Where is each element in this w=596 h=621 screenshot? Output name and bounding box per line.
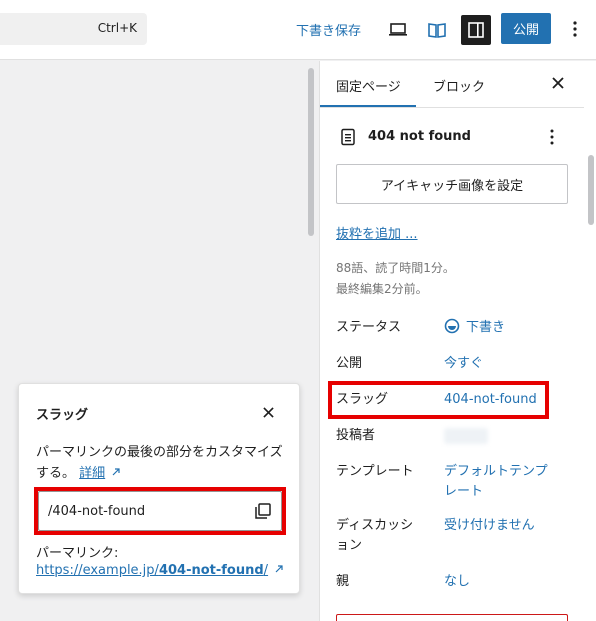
sidebar-scrollbar[interactable] bbox=[586, 61, 596, 621]
close-icon bbox=[263, 407, 274, 418]
command-shortcut: Ctrl+K bbox=[97, 21, 137, 35]
publish-button[interactable]: 公開 bbox=[501, 13, 551, 44]
editor-top-bar: Ctrl+K 下書き保存 公開 bbox=[0, 0, 596, 60]
sidebar-icon bbox=[468, 22, 484, 38]
status-label: ステータス bbox=[336, 320, 402, 335]
sidebar-scrollbar-thumb[interactable] bbox=[588, 155, 594, 225]
draft-status-icon bbox=[444, 318, 460, 334]
page-summary-header: 404 not found bbox=[336, 125, 568, 149]
sidebar-tabs: 固定ページ ブロック bbox=[320, 61, 584, 108]
last-edited: 最終編集2分前。 bbox=[336, 282, 428, 296]
save-draft-button[interactable]: 下書き保存 bbox=[296, 20, 361, 39]
canvas-scrollbar[interactable] bbox=[307, 64, 315, 621]
popover-title: スラッグ bbox=[36, 408, 89, 423]
add-excerpt-link[interactable]: 抜粋を追加 ... bbox=[336, 223, 418, 242]
template-label: テンプレート bbox=[336, 464, 414, 479]
laptop-icon bbox=[389, 23, 407, 36]
status-value-text: 下書き bbox=[466, 320, 506, 335]
parent-label: 親 bbox=[336, 574, 350, 589]
permalink-label: パーマリンク: bbox=[36, 546, 119, 561]
description-text: パーマリンクの最後の部分をカスタマイズする。 bbox=[36, 445, 283, 481]
external-link-icon bbox=[275, 565, 283, 573]
publish-date-value[interactable]: 今すぐ bbox=[444, 354, 483, 374]
post-stats: 88語、読了時間1分。 最終編集2分前。 bbox=[336, 258, 455, 300]
details-link[interactable]: 詳細 bbox=[79, 466, 105, 481]
permalink-link[interactable]: https://example.jp/404-not-found/ bbox=[36, 563, 284, 578]
settings-sidebar-toggle[interactable] bbox=[461, 15, 491, 45]
reading-time: 88語、読了時間1分。 bbox=[336, 261, 455, 275]
page-actions-button[interactable] bbox=[550, 125, 554, 149]
author-value-blurred[interactable] bbox=[444, 428, 488, 444]
canvas-scrollbar-thumb[interactable] bbox=[308, 68, 314, 236]
discussion-value[interactable]: 受け付けません bbox=[444, 516, 535, 536]
popover-description: パーマリンクの最後の部分をカスタマイズする。 詳細 bbox=[36, 442, 291, 484]
settings-sidebar: 固定ページ ブロック 404 not found アイキャッチ画像を設定 抜粋を… bbox=[319, 61, 596, 621]
slug-popover: スラッグ パーマリンクの最後の部分をカスタマイズする。 詳細 /404-not-… bbox=[18, 383, 300, 594]
permalink-slug: 404-not-found bbox=[158, 563, 264, 578]
close-icon bbox=[552, 77, 564, 89]
preview-device-button[interactable] bbox=[383, 15, 413, 45]
tab-block[interactable]: ブロック bbox=[433, 76, 485, 95]
book-open-icon bbox=[428, 23, 446, 38]
popover-close-button[interactable] bbox=[263, 403, 274, 422]
set-featured-image-button[interactable]: アイキャッチ画像を設定 bbox=[336, 164, 568, 204]
options-menu-button[interactable] bbox=[566, 15, 584, 43]
status-value[interactable]: 下書き bbox=[444, 318, 505, 338]
parent-value[interactable]: なし bbox=[444, 572, 470, 592]
template-value[interactable]: デフォルトテンプレート bbox=[444, 462, 560, 502]
external-link-icon bbox=[112, 468, 120, 476]
author-label: 投稿者 bbox=[336, 428, 376, 443]
command-palette-button[interactable]: Ctrl+K bbox=[0, 13, 147, 45]
page-icon bbox=[341, 128, 355, 146]
page-title: 404 not found bbox=[368, 129, 471, 144]
permalink-suffix: / bbox=[263, 563, 269, 578]
trash-button-partial[interactable] bbox=[336, 614, 568, 621]
more-vertical-icon bbox=[550, 129, 554, 145]
more-vertical-icon bbox=[573, 21, 577, 37]
active-tab-indicator bbox=[320, 105, 416, 107]
discussion-label: ディスカッション bbox=[336, 518, 414, 553]
view-page-button[interactable] bbox=[422, 15, 452, 45]
slug-highlight-box bbox=[328, 381, 549, 419]
permalink-prefix: https://example.jp/ bbox=[36, 563, 159, 578]
close-sidebar-button[interactable] bbox=[552, 74, 564, 93]
publish-label: 公開 bbox=[336, 356, 363, 371]
slug-input-highlight-box bbox=[34, 487, 286, 535]
tab-page[interactable]: 固定ページ bbox=[336, 76, 401, 95]
